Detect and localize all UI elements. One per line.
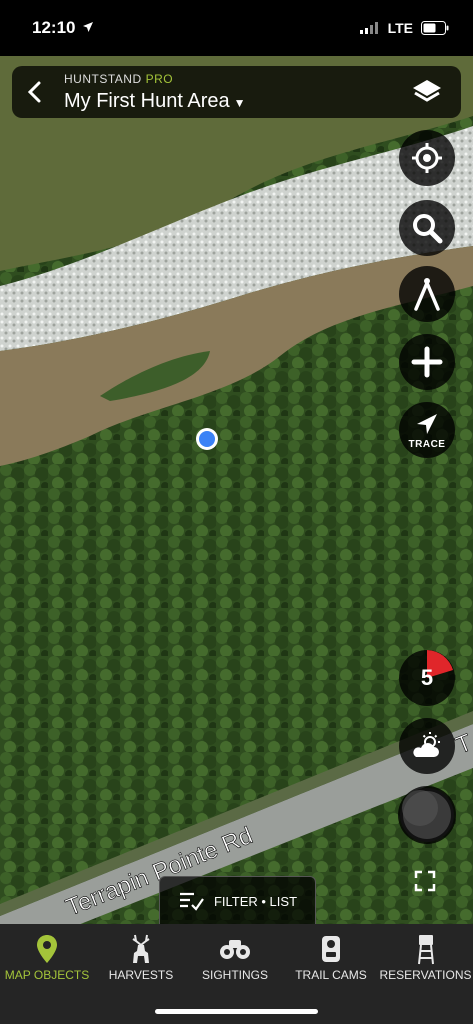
dropdown-caret-icon: ▼: [233, 96, 246, 110]
tab-sightings[interactable]: SIGHTINGS: [188, 930, 282, 982]
home-indicator: [155, 1009, 318, 1014]
wind-speed: 5: [420, 665, 434, 690]
search-icon: [413, 214, 443, 244]
location-arrow-icon: [83, 22, 94, 32]
tab-label: MAP OBJECTS: [4, 968, 90, 982]
tab-label: RESERVATIONS: [379, 968, 472, 982]
status-bar: 12:10 LTE: [0, 0, 473, 56]
trace-arrow-icon: [417, 414, 437, 434]
filter-label: FILTER • LIST: [213, 893, 298, 909]
battery-icon: [421, 21, 449, 35]
status-time: 12:10: [32, 18, 94, 38]
filter-list-button[interactable]: FILTER • LIST: [159, 876, 316, 925]
trace-label: TRACE: [408, 439, 446, 450]
locate-me-button[interactable]: [399, 130, 455, 186]
moon-phase-button[interactable]: [398, 786, 456, 844]
tab-reservations[interactable]: RESERVATIONS: [378, 930, 473, 982]
map-pin-icon: [37, 935, 57, 963]
tab-label: SIGHTINGS: [201, 968, 268, 982]
filter-list-icon: [179, 892, 204, 911]
measure-button[interactable]: [399, 266, 455, 322]
hunt-area-title: My First Hunt Area: [64, 90, 230, 112]
tab-trail-cams[interactable]: TRAIL CAMS: [282, 930, 380, 982]
tab-label: TRAIL CAMS: [295, 968, 367, 982]
hunt-area-header: HUNTSTAND PRO My First Hunt Area ▼: [12, 66, 461, 118]
tab-label: HARVESTS: [108, 968, 174, 982]
tab-map-objects[interactable]: MAP OBJECTS: [0, 930, 94, 982]
tree-stand-icon: [417, 935, 434, 965]
back-chevron-icon[interactable]: [26, 80, 44, 104]
trace-button[interactable]: TRACE: [399, 402, 455, 458]
compass-measure-icon: [414, 278, 440, 311]
search-button[interactable]: [399, 200, 455, 256]
wind-button[interactable]: 5: [399, 650, 455, 706]
fullscreen-icon[interactable]: [414, 870, 436, 892]
add-object-button[interactable]: [399, 334, 455, 390]
map-layers-icon[interactable]: [411, 78, 443, 108]
hunt-area-selector[interactable]: My First Hunt Area ▼: [64, 90, 246, 113]
weather-button[interactable]: [399, 718, 455, 774]
tab-harvests[interactable]: HARVESTS: [94, 930, 188, 982]
binoculars-icon: [220, 940, 250, 959]
moon-icon: [400, 788, 454, 842]
crosshair-icon: [412, 143, 442, 173]
app-brand: HUNTSTAND PRO: [64, 72, 174, 86]
signal-icon: [359, 22, 378, 34]
deer-icon: [132, 934, 150, 963]
network-label: LTE: [387, 20, 413, 36]
plus-icon: [411, 346, 443, 378]
trail-cam-icon: [322, 936, 340, 962]
partly-cloudy-icon: [413, 732, 440, 757]
pro-badge: PRO: [145, 72, 174, 86]
